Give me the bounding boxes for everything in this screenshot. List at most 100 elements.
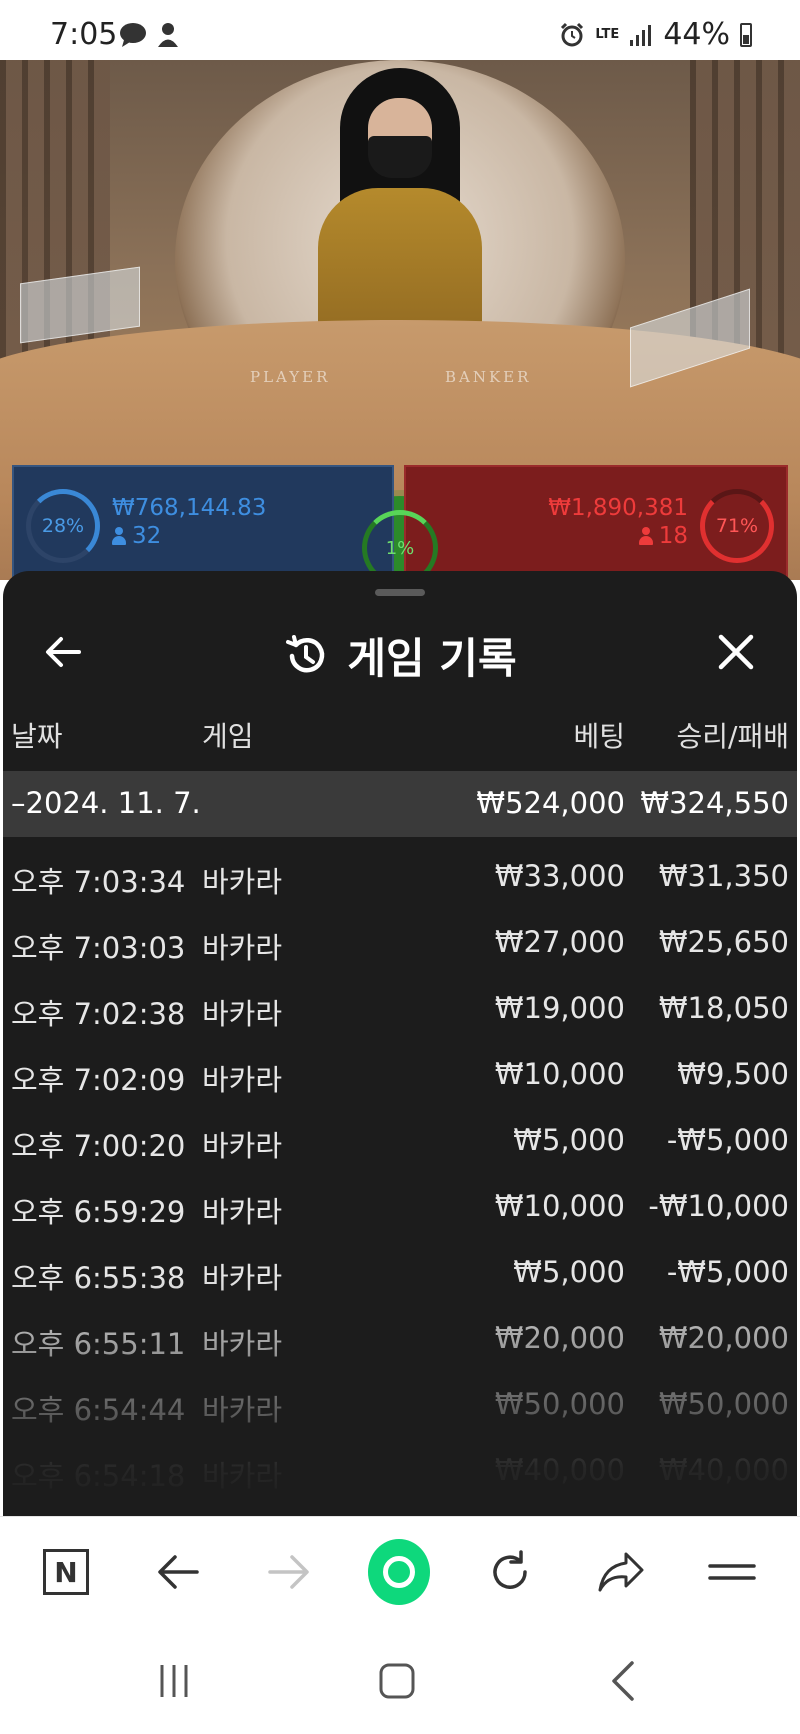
player-percent-ring: 28% (26, 489, 100, 563)
table-banker-label: BANKER (445, 368, 532, 386)
row-result: ₩50,000 (658, 1387, 789, 1421)
row-bet: ₩50,000 (494, 1387, 625, 1421)
naver-button[interactable]: N (35, 1541, 97, 1603)
share-button[interactable] (590, 1541, 652, 1603)
row-game: 바카라 (202, 1393, 283, 1427)
close-icon (718, 634, 754, 670)
row-bet: ₩27,000 (494, 925, 625, 959)
player-bettor-count: 32 (112, 523, 161, 549)
refresh-button[interactable] (479, 1541, 541, 1603)
row-game: 바카라 (202, 1327, 283, 1361)
person-icon (638, 527, 653, 545)
row-result: ₩40,000 (658, 1453, 789, 1487)
back-arrow-icon (158, 1555, 199, 1589)
recents-icon (160, 1665, 188, 1697)
player-bet-amount: ₩768,144.83 (112, 495, 267, 521)
browser-back-button[interactable] (147, 1541, 209, 1603)
row-game: 바카라 (202, 997, 283, 1031)
row-bet: ₩10,000 (494, 1057, 625, 1091)
banker-bet-area[interactable]: 71% ₩1,890,381 18 (404, 465, 788, 580)
banker-percent: 71% (715, 515, 759, 537)
system-nav-bar (0, 1626, 800, 1734)
browser-toolbar: N (0, 1516, 800, 1626)
row-time: 오후 7:03:34 (11, 865, 186, 899)
table-row[interactable]: 오후 7:03:34 바카라 ₩33,000 ₩31,350 (3, 844, 797, 910)
row-game: 바카라 (202, 1261, 283, 1295)
row-result: ₩25,650 (658, 925, 789, 959)
column-header-result: 승리/패배 (676, 720, 789, 753)
table-header: 날짜 게임 베팅 승리/패배 (3, 715, 797, 759)
status-bar: 7:05 LTE 44% (0, 0, 800, 60)
dealer (318, 68, 482, 368)
banker-bet-amount: ₩1,890,381 (548, 495, 688, 521)
table-player-label: PLAYER (250, 368, 331, 386)
group-bet-total: ₩524,000 (476, 786, 625, 820)
row-game: 바카라 (202, 1195, 283, 1229)
row-result: ₩20,000 (658, 1321, 789, 1355)
table-row[interactable]: 오후 6:55:11 바카라 ₩20,000 ₩20,000 (3, 1306, 797, 1372)
person-icon (158, 23, 178, 47)
share-icon (598, 1552, 644, 1592)
alarm-icon (561, 22, 584, 46)
date-group-row[interactable]: –2024. 11. 7. ₩524,000 ₩324,550 (3, 771, 797, 837)
row-result: -₩10,000 (648, 1189, 789, 1223)
row-time: 오후 6:54:44 (11, 1393, 186, 1427)
table-row[interactable]: 오후 7:00:20 바카라 ₩5,000 -₩5,000 (3, 1108, 797, 1174)
row-time: 오후 7:02:38 (11, 997, 186, 1031)
row-result: -₩5,000 (666, 1123, 789, 1157)
sheet-title: 게임 기록 (347, 634, 517, 683)
naver-n-icon: N (43, 1549, 89, 1595)
game-history-sheet: 게임 기록 날짜 게임 베팅 승리/패배 –2024. 11. 7. ₩524,… (3, 571, 797, 1516)
column-header-game: 게임 (202, 720, 254, 753)
lte-icon: LTE (595, 27, 620, 42)
menu-button[interactable] (701, 1541, 763, 1603)
refresh-icon (493, 1550, 527, 1589)
row-time: 오후 6:59:29 (11, 1195, 186, 1229)
row-bet: ₩20,000 (494, 1321, 625, 1355)
home-icon (379, 1663, 415, 1699)
table-row[interactable]: 오후 6:59:29 바카라 ₩10,000 -₩10,000 (3, 1174, 797, 1240)
group-date: –2024. 11. 7. (11, 786, 201, 820)
table-row[interactable]: 오후 7:02:38 바카라 ₩19,000 ₩18,050 (3, 976, 797, 1042)
row-time: 오후 7:02:09 (11, 1063, 186, 1097)
row-game: 바카라 (202, 931, 283, 965)
player-bet-area[interactable]: 28% ₩768,144.83 32 (12, 465, 394, 580)
group-result-total: ₩324,550 (640, 786, 789, 820)
table-row[interactable]: 오후 6:55:38 바카라 ₩5,000 -₩5,000 (3, 1240, 797, 1306)
row-bet: ₩5,000 (513, 1255, 625, 1289)
row-result: -₩5,000 (666, 1255, 789, 1289)
row-bet: ₩5,000 (513, 1123, 625, 1157)
table-row[interactable]: 오후 7:02:09 바카라 ₩10,000 ₩9,500 (3, 1042, 797, 1108)
recents-button[interactable] (144, 1656, 204, 1706)
system-back-button[interactable] (592, 1656, 652, 1706)
banker-bettor-count: 18 (638, 523, 688, 549)
row-bet: ₩10,000 (494, 1189, 625, 1223)
row-bet: ₩33,000 (494, 859, 625, 893)
person-icon (112, 527, 126, 545)
column-header-date: 날짜 (11, 720, 63, 753)
row-time: 오후 6:54:18 (11, 1459, 186, 1493)
forward-arrow-icon (268, 1555, 309, 1589)
back-icon (612, 1661, 634, 1701)
home-green-icon (368, 1539, 430, 1605)
table-row[interactable]: 오후 6:54:18 바카라 ₩40,000 ₩40,000 (3, 1438, 797, 1504)
sheet-drag-handle[interactable] (375, 589, 425, 596)
row-bet: ₩40,000 (494, 1453, 625, 1487)
browser-forward-button[interactable] (258, 1541, 320, 1603)
row-game: 바카라 (202, 1063, 283, 1097)
row-result: ₩31,350 (658, 859, 789, 893)
banker-percent-ring: 71% (700, 489, 774, 563)
system-home-button[interactable] (367, 1656, 427, 1706)
table-row[interactable]: 오후 6:54:44 바카라 ₩50,000 ₩50,000 (3, 1372, 797, 1438)
row-result: ₩18,050 (658, 991, 789, 1025)
browser-home-button[interactable] (368, 1539, 430, 1605)
table-row[interactable]: 오후 7:03:03 바카라 ₩27,000 ₩25,650 (3, 910, 797, 976)
close-button[interactable] (711, 627, 761, 677)
row-time: 오후 6:55:38 (11, 1261, 186, 1295)
row-time: 오후 7:03:03 (11, 931, 186, 965)
row-result: ₩9,500 (677, 1057, 789, 1091)
status-time: 7:05 (50, 17, 118, 52)
history-icon (286, 634, 325, 672)
message-bubble-icon (120, 23, 146, 47)
column-header-bet: 베팅 (573, 720, 625, 753)
